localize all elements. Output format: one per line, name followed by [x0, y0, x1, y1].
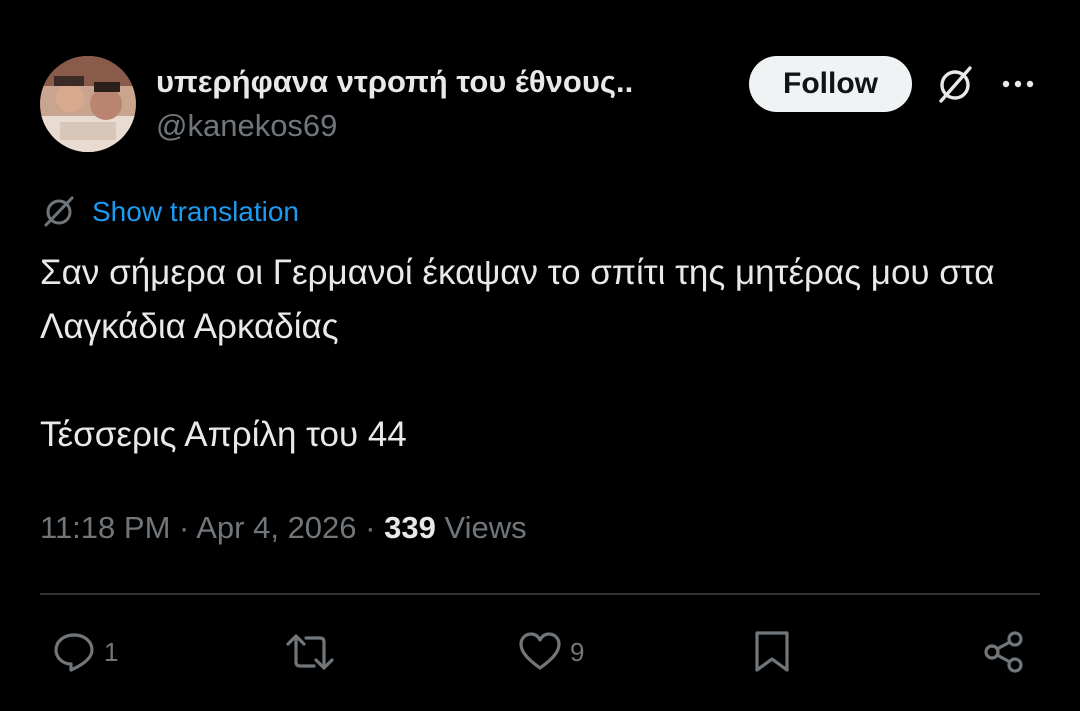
share-button[interactable]: [982, 628, 1026, 676]
repost-icon: [286, 634, 334, 670]
handle[interactable]: @kanekos69: [156, 108, 337, 144]
bookmark-icon: [755, 631, 789, 672]
display-name[interactable]: υπερήφανα ντροπή του έθνους..: [156, 64, 633, 100]
post-date[interactable]: Apr 4, 2026: [196, 510, 356, 545]
post-meta: 11:18 PM · Apr 4, 2026 · 339 Views: [40, 510, 527, 546]
meta-separator: ·: [179, 510, 197, 545]
more-icon[interactable]: [998, 68, 1038, 100]
translate-icon: [44, 196, 74, 227]
reply-count: 1: [104, 636, 119, 667]
views-label: Views: [444, 510, 527, 545]
follow-button[interactable]: Follow: [749, 56, 912, 112]
share-icon: [984, 631, 1023, 673]
divider: [40, 593, 1040, 595]
views-count: 339: [384, 510, 436, 545]
heart-icon: [519, 632, 561, 670]
reply-button[interactable]: 1: [52, 628, 118, 676]
bookmark-button[interactable]: [750, 628, 794, 676]
post-time[interactable]: 11:18 PM: [40, 510, 170, 545]
avatar[interactable]: [40, 56, 136, 152]
like-button[interactable]: 9: [518, 628, 584, 676]
show-translation-label: Show translation: [92, 196, 300, 227]
avatar-image: [40, 56, 136, 152]
repost-button[interactable]: [284, 628, 344, 676]
post-text: Σαν σήμερα οι Γερμανοί έκαψαν το σπίτι τ…: [40, 253, 995, 454]
show-translation-link[interactable]: Show translation: [40, 192, 299, 232]
like-count: 9: [570, 636, 585, 667]
meta-separator: ·: [365, 510, 385, 545]
reply-icon: [54, 633, 94, 672]
grok-icon[interactable]: [932, 62, 978, 108]
